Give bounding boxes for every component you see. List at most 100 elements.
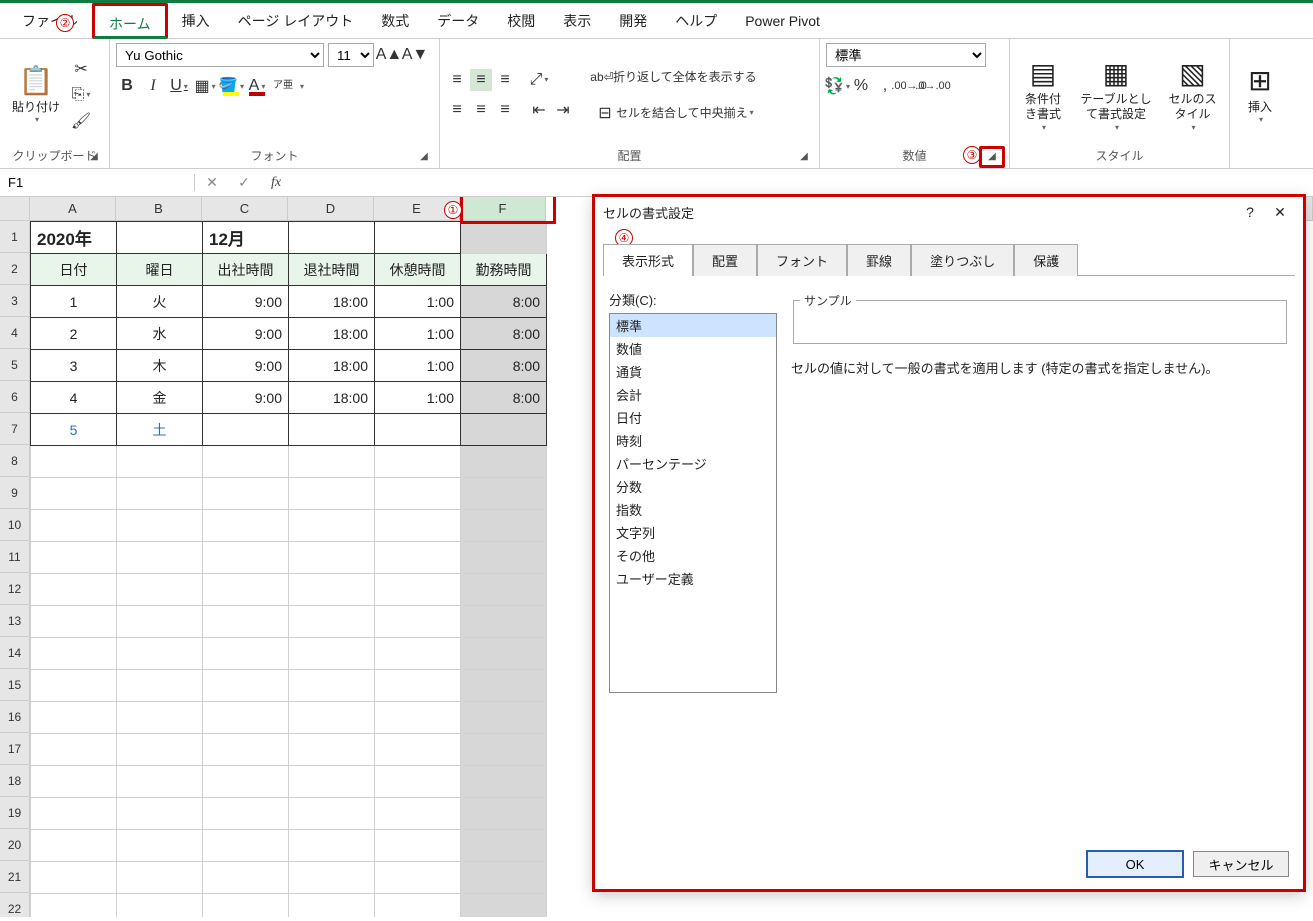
row-header-8[interactable]: 8 — [0, 445, 30, 477]
cell[interactable]: 1:00 — [375, 382, 461, 414]
font-launcher-icon[interactable]: ◢ — [417, 150, 431, 164]
cell[interactable] — [31, 606, 117, 638]
dialog-tab-3[interactable]: 罫線 — [847, 244, 911, 276]
cell[interactable] — [375, 670, 461, 702]
cell[interactable] — [289, 574, 375, 606]
cell[interactable]: 勤務時間 — [461, 254, 547, 286]
cell[interactable] — [203, 638, 289, 670]
cell[interactable] — [117, 702, 203, 734]
cell[interactable] — [31, 862, 117, 894]
cell[interactable] — [203, 766, 289, 798]
format-as-table-button[interactable]: ▦テーブルとして書式設定▾ — [1072, 54, 1160, 136]
menu-file[interactable]: ファイル — [8, 3, 92, 39]
row-header-21[interactable]: 21 — [0, 861, 30, 893]
cell[interactable]: 3 — [31, 350, 117, 382]
row-header-3[interactable]: 3 — [0, 285, 30, 317]
category-item[interactable]: 時刻 — [610, 429, 776, 452]
cell[interactable] — [461, 702, 547, 734]
cell[interactable]: 5 — [31, 414, 117, 446]
cell[interactable] — [461, 574, 547, 606]
font-size-select[interactable]: 11 — [328, 43, 374, 67]
col-header-a[interactable]: A — [30, 197, 116, 221]
cell[interactable] — [375, 862, 461, 894]
align-top-icon[interactable]: ≡ — [446, 69, 468, 91]
menu-pagelayout[interactable]: ページ レイアウト — [224, 3, 368, 39]
menu-formulas[interactable]: 数式 — [367, 3, 423, 39]
cell[interactable] — [289, 862, 375, 894]
cancel-button[interactable]: キャンセル — [1193, 851, 1289, 877]
row-header-17[interactable]: 17 — [0, 733, 30, 765]
bold-button[interactable]: B — [116, 75, 138, 97]
cell[interactable]: 火 — [117, 286, 203, 318]
cell[interactable] — [31, 446, 117, 478]
cell[interactable] — [203, 510, 289, 542]
dialog-close-button[interactable]: ✕ — [1265, 198, 1295, 226]
cell[interactable] — [289, 446, 375, 478]
cell[interactable]: 1:00 — [375, 350, 461, 382]
cell[interactable] — [375, 446, 461, 478]
cell[interactable] — [31, 734, 117, 766]
fx-icon[interactable]: fx — [263, 172, 289, 194]
cell[interactable]: 1:00 — [375, 318, 461, 350]
font-name-select[interactable]: Yu Gothic — [116, 43, 324, 67]
cell[interactable] — [203, 606, 289, 638]
cell[interactable] — [117, 670, 203, 702]
category-item[interactable]: 標準 — [610, 314, 776, 337]
row-header-19[interactable]: 19 — [0, 797, 30, 829]
accounting-format-icon[interactable]: 💱▾ — [826, 75, 848, 97]
cell[interactable] — [117, 606, 203, 638]
cell[interactable] — [461, 542, 547, 574]
cell[interactable]: 9:00 — [203, 350, 289, 382]
row-header-7[interactable]: 7 — [0, 413, 30, 445]
cell[interactable] — [461, 894, 547, 918]
col-header-b[interactable]: B — [116, 197, 202, 221]
row-header-18[interactable]: 18 — [0, 765, 30, 797]
category-item[interactable]: 文字列 — [610, 521, 776, 544]
increase-indent-icon[interactable]: ⇥ — [552, 99, 574, 121]
cell[interactable] — [461, 766, 547, 798]
cell[interactable]: 8:00 — [461, 286, 547, 318]
cell[interactable] — [203, 798, 289, 830]
cell[interactable]: 2 — [31, 318, 117, 350]
row-header-13[interactable]: 13 — [0, 605, 30, 637]
cell[interactable] — [461, 478, 547, 510]
cell[interactable] — [375, 734, 461, 766]
cell[interactable] — [117, 734, 203, 766]
category-item[interactable]: パーセンテージ — [610, 452, 776, 475]
cell[interactable] — [289, 830, 375, 862]
cell[interactable]: 土 — [117, 414, 203, 446]
cell[interactable]: 8:00 — [461, 382, 547, 414]
cell[interactable] — [31, 830, 117, 862]
row-header-2[interactable]: 2 — [0, 253, 30, 285]
phonetic-button[interactable]: ア亜 — [272, 75, 294, 97]
cell[interactable] — [117, 478, 203, 510]
cell[interactable] — [375, 830, 461, 862]
select-all-corner[interactable] — [0, 197, 30, 221]
cell[interactable] — [31, 510, 117, 542]
cell[interactable] — [461, 734, 547, 766]
align-launcher-icon[interactable]: ◢ — [797, 150, 811, 164]
cell[interactable]: 日付 — [31, 254, 117, 286]
cell[interactable] — [375, 574, 461, 606]
cell-styles-button[interactable]: ▧セルのスタイル▾ — [1162, 54, 1223, 136]
align-left-icon[interactable]: ≡ — [446, 99, 468, 121]
menu-review[interactable]: 校閲 — [493, 3, 549, 39]
cell[interactable]: 18:00 — [289, 318, 375, 350]
category-item[interactable]: ユーザー定義 — [610, 567, 776, 590]
cell[interactable] — [117, 830, 203, 862]
cell[interactable] — [117, 222, 203, 254]
row-header-4[interactable]: 4 — [0, 317, 30, 349]
cell[interactable]: 曜日 — [117, 254, 203, 286]
cell[interactable] — [289, 798, 375, 830]
cell[interactable] — [31, 798, 117, 830]
number-launcher-icon[interactable]: ◢ — [979, 146, 1005, 168]
cell[interactable] — [117, 542, 203, 574]
wrap-text-button[interactable]: ab⏎折り返して全体を表示する — [584, 63, 764, 91]
cell[interactable] — [31, 542, 117, 574]
row-header-15[interactable]: 15 — [0, 669, 30, 701]
cell[interactable] — [375, 222, 461, 254]
cell[interactable] — [461, 446, 547, 478]
cell[interactable] — [289, 606, 375, 638]
col-header-f[interactable]: F — [460, 197, 546, 221]
cell[interactable]: 水 — [117, 318, 203, 350]
